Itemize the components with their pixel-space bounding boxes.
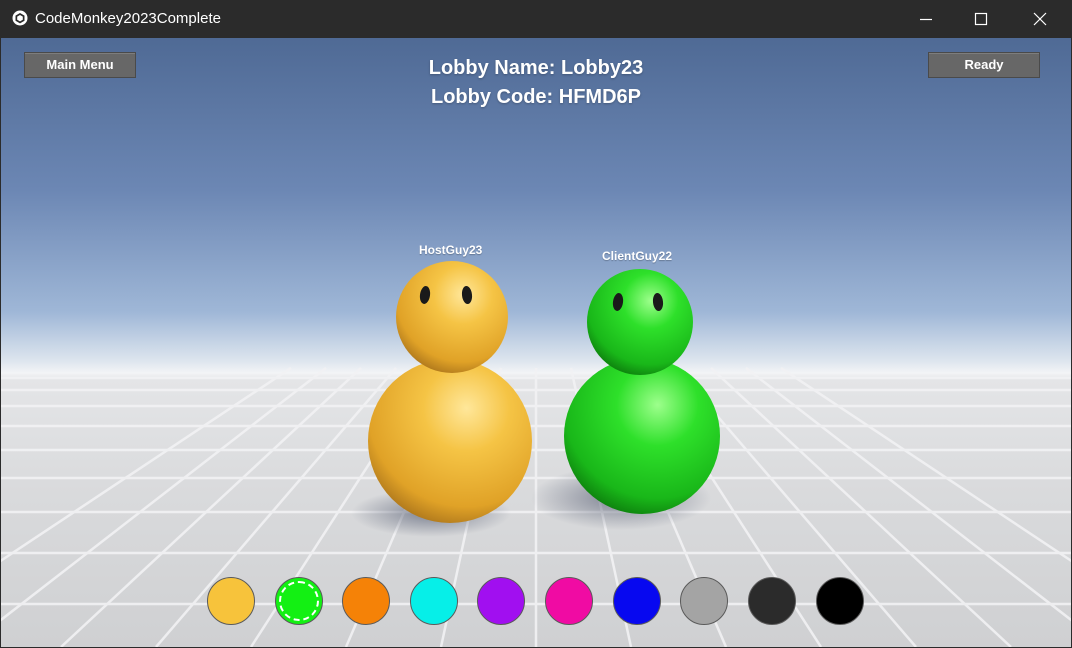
color-swatch-gray[interactable] bbox=[680, 577, 728, 625]
game-viewport[interactable]: Main Menu Ready Lobby Name: Lobby23 Lobb… bbox=[1, 38, 1071, 647]
minimize-icon bbox=[920, 18, 932, 21]
close-button[interactable] bbox=[1017, 0, 1063, 38]
maximize-button[interactable] bbox=[958, 0, 1004, 38]
color-swatch-blue[interactable] bbox=[613, 577, 661, 625]
game-scene bbox=[1, 261, 1071, 647]
lobby-code: Lobby Code: HFMD6P bbox=[431, 86, 641, 108]
window-titlebar: CodeMonkey2023Complete bbox=[0, 0, 1072, 38]
color-swatch-dark-gray[interactable] bbox=[748, 577, 796, 625]
selected-indicator bbox=[279, 581, 319, 621]
close-icon bbox=[1033, 12, 1047, 26]
unity-icon bbox=[12, 10, 28, 26]
color-swatch-black[interactable] bbox=[816, 577, 864, 625]
color-swatch-green[interactable] bbox=[275, 577, 323, 625]
host-character[interactable] bbox=[368, 261, 532, 523]
color-swatch-cyan[interactable] bbox=[410, 577, 458, 625]
client-player-name: ClientGuy22 bbox=[602, 249, 673, 263]
color-swatch-yellow[interactable] bbox=[207, 577, 255, 625]
lobby-name: Lobby Name: Lobby23 bbox=[428, 57, 644, 79]
color-swatch-orange[interactable] bbox=[342, 577, 390, 625]
color-swatch-magenta[interactable] bbox=[545, 577, 593, 625]
window-title: CodeMonkey2023Complete bbox=[35, 10, 221, 27]
minimize-button[interactable] bbox=[903, 0, 949, 38]
host-player-name: HostGuy23 bbox=[419, 243, 483, 257]
client-character[interactable] bbox=[564, 269, 720, 514]
color-swatch-purple[interactable] bbox=[477, 577, 525, 625]
maximize-icon bbox=[974, 12, 988, 26]
